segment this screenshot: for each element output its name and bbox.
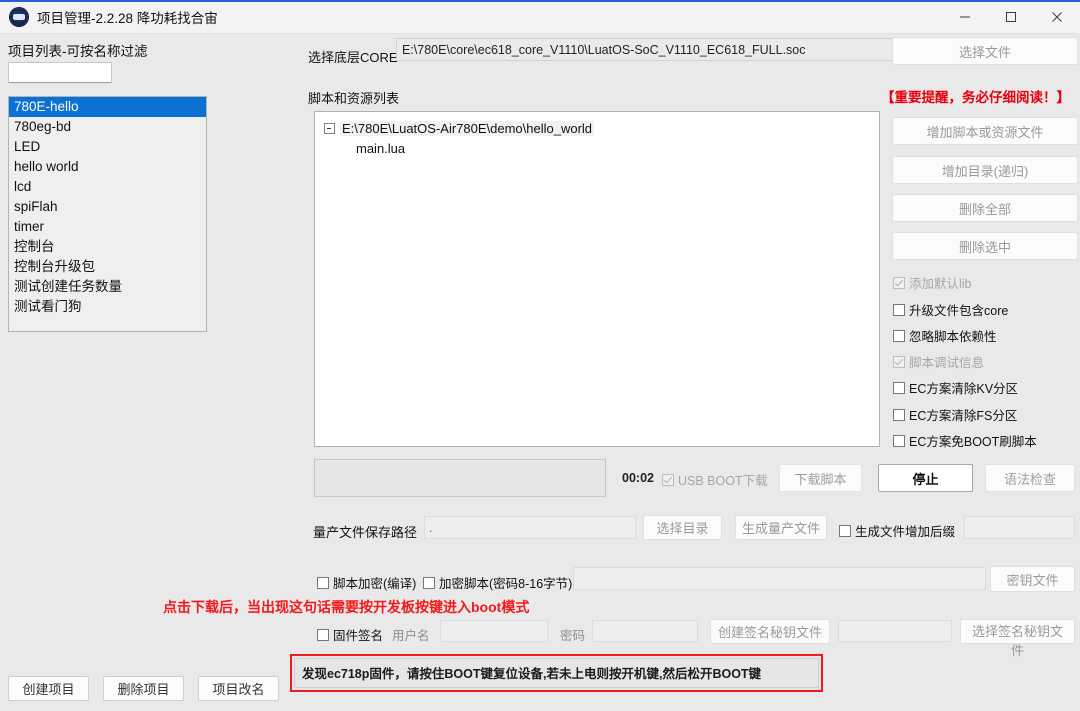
checkbox-icon[interactable] — [893, 409, 905, 421]
delete-project-button[interactable]: 删除项目 — [103, 676, 184, 701]
checkbox-usb-boot-download[interactable]: USB BOOT下载 — [662, 470, 768, 489]
project-filter-input[interactable] — [8, 62, 112, 83]
checkbox-icon[interactable] — [662, 474, 674, 486]
checkbox-encrypt-script-password[interactable]: 加密脚本(密码8-16字节) — [423, 573, 572, 592]
generate-mass-production-file-button[interactable]: 生成量产文件 — [735, 515, 827, 540]
close-icon[interactable] — [1034, 1, 1080, 33]
checkbox-label: USB BOOT下载 — [678, 470, 768, 489]
checkbox-label: 固件签名 — [333, 625, 383, 644]
checkbox-label: 加密脚本(密码8-16字节) — [439, 573, 572, 592]
checkbox-label: 添加默认lib — [909, 273, 972, 292]
collapse-icon[interactable] — [324, 123, 335, 134]
project-manager-window: 项目管理-2.2.28 降功耗找合宙 项目列表-可按名称过滤 780E-hell… — [0, 0, 1080, 711]
checkbox-icon[interactable] — [893, 330, 905, 342]
checkbox-script-encrypt-compile[interactable]: 脚本加密(编译) — [317, 573, 416, 592]
checkbox-upgrade-include-core[interactable]: 升级文件包含core — [893, 300, 1008, 319]
checkbox-icon[interactable] — [317, 577, 329, 589]
minimize-icon[interactable] — [942, 1, 988, 33]
checkbox-label: EC方案清除FS分区 — [909, 405, 1017, 424]
suffix-input[interactable] — [964, 516, 1075, 539]
core-label: 选择底层CORE — [308, 47, 398, 66]
mass-production-path-label: 量产文件保存路径 — [313, 522, 417, 541]
checkbox-ec-clear-kv-partition[interactable]: EC方案清除KV分区 — [893, 378, 1018, 397]
choose-signature-key-file-button[interactable]: 选择签名秘钥文件 — [960, 619, 1075, 644]
checkbox-label: 生成文件增加后缀 — [855, 521, 955, 540]
mass-production-path-input[interactable] — [424, 516, 636, 539]
download-progress-bar — [314, 459, 606, 497]
checkbox-icon[interactable] — [423, 577, 435, 589]
delete-selected-button[interactable]: 删除选中 — [892, 232, 1078, 260]
list-item[interactable]: 控制台升级包 — [9, 257, 206, 277]
checkbox-icon[interactable] — [839, 525, 851, 537]
boot-mode-annotation: 点击下载后，当出现这句话需要按开发板按键进入boot模式 — [163, 597, 529, 617]
add-script-or-resource-button[interactable]: 增加脚本或资源文件 — [892, 117, 1078, 145]
status-message-text: 发现ec718p固件，请按住BOOT键复位设备,若未上电则按开机键,然后松开BO… — [302, 663, 761, 682]
project-list[interactable]: 780E-hello 780eg-bd LED hello world lcd … — [8, 96, 207, 332]
list-item[interactable]: lcd — [9, 177, 206, 197]
window-title: 项目管理-2.2.28 降功耗找合宙 — [37, 7, 218, 27]
checkbox-firmware-signature[interactable]: 固件签名 — [317, 625, 383, 644]
encryption-password-input[interactable] — [573, 567, 986, 590]
checkbox-label: 升级文件包含core — [909, 300, 1008, 319]
list-item[interactable]: LED — [9, 137, 206, 157]
delete-all-button[interactable]: 删除全部 — [892, 194, 1078, 222]
add-directory-recursive-button[interactable]: 增加目录(递归) — [892, 156, 1078, 184]
checkbox-icon[interactable] — [893, 356, 905, 368]
title-accent-line — [0, 0, 1080, 2]
checkbox-label: EC方案清除KV分区 — [909, 378, 1018, 397]
signature-username-input[interactable] — [440, 620, 548, 642]
title-bar: 项目管理-2.2.28 降功耗找合宙 — [0, 0, 1080, 34]
download-script-button[interactable]: 下载脚本 — [779, 464, 862, 492]
project-action-buttons: 创建项目 删除项目 项目改名 — [8, 676, 279, 701]
checkbox-label: 脚本加密(编译) — [333, 573, 416, 592]
checkbox-add-default-lib[interactable]: 添加默认lib — [893, 273, 972, 292]
maximize-icon[interactable] — [988, 1, 1034, 33]
signature-password-label: 密码 — [560, 625, 585, 644]
script-resource-tree[interactable]: E:\780E\LuatOS-Air780E\demo\hello_world … — [314, 111, 880, 447]
checkbox-script-debug-info[interactable]: 脚本调试信息 — [893, 352, 984, 371]
tree-child-item[interactable]: main.lua — [356, 141, 879, 156]
list-item[interactable]: timer — [9, 217, 206, 237]
list-item[interactable]: 780eg-bd — [9, 117, 206, 137]
list-item[interactable]: 控制台 — [9, 237, 206, 257]
create-signature-key-file-button[interactable]: 创建签名秘钥文件 — [710, 619, 830, 644]
checkbox-label: EC方案免BOOT刷脚本 — [909, 431, 1037, 450]
rename-project-button[interactable]: 项目改名 — [198, 676, 279, 701]
list-item[interactable]: 测试看门狗 — [9, 297, 206, 317]
checkbox-ignore-script-dependency[interactable]: 忽略脚本依赖性 — [893, 326, 997, 345]
important-notice: 【重要提醒，务必仔细阅读！】 — [881, 86, 1070, 106]
checkbox-icon[interactable] — [893, 277, 905, 289]
list-item[interactable]: spiFlah — [9, 197, 206, 217]
app-logo-icon — [10, 8, 28, 26]
checkbox-icon[interactable] — [317, 629, 329, 641]
list-item[interactable]: 测试创建任务数量 — [9, 277, 206, 297]
choose-directory-button[interactable]: 选择目录 — [643, 515, 722, 540]
signature-username-label: 用户名 — [392, 625, 430, 644]
tree-root-row[interactable]: E:\780E\LuatOS-Air780E\demo\hello_world — [324, 121, 879, 136]
list-item[interactable]: hello world — [9, 157, 206, 177]
checkbox-ec-clear-fs-partition[interactable]: EC方案清除FS分区 — [893, 405, 1017, 424]
window-controls — [942, 1, 1080, 33]
checkbox-icon[interactable] — [893, 435, 905, 447]
tree-root-label: E:\780E\LuatOS-Air780E\demo\hello_world — [340, 121, 594, 136]
list-item[interactable]: 780E-hello — [9, 97, 206, 117]
stop-button[interactable]: 停止 — [878, 464, 973, 492]
checkbox-ec-bootless-flash-script[interactable]: EC方案免BOOT刷脚本 — [893, 431, 1037, 450]
signature-key-path-input[interactable] — [838, 620, 952, 642]
create-project-button[interactable]: 创建项目 — [8, 676, 89, 701]
checkbox-label: 脚本调试信息 — [909, 352, 984, 371]
syntax-check-button[interactable]: 语法检查 — [985, 464, 1075, 492]
key-file-button[interactable]: 密钥文件 — [990, 566, 1075, 592]
choose-core-file-button[interactable]: 选择文件 — [892, 37, 1078, 65]
signature-password-input[interactable] — [592, 620, 698, 642]
checkbox-generate-file-suffix[interactable]: 生成文件增加后缀 — [839, 521, 955, 540]
elapsed-timer: 00:02 — [622, 471, 654, 485]
project-list-label: 项目列表-可按名称过滤 — [8, 40, 148, 60]
checkbox-label: 忽略脚本依赖性 — [909, 326, 997, 345]
checkbox-icon[interactable] — [893, 382, 905, 394]
checkbox-icon[interactable] — [893, 304, 905, 316]
scripts-label: 脚本和资源列表 — [308, 88, 399, 107]
